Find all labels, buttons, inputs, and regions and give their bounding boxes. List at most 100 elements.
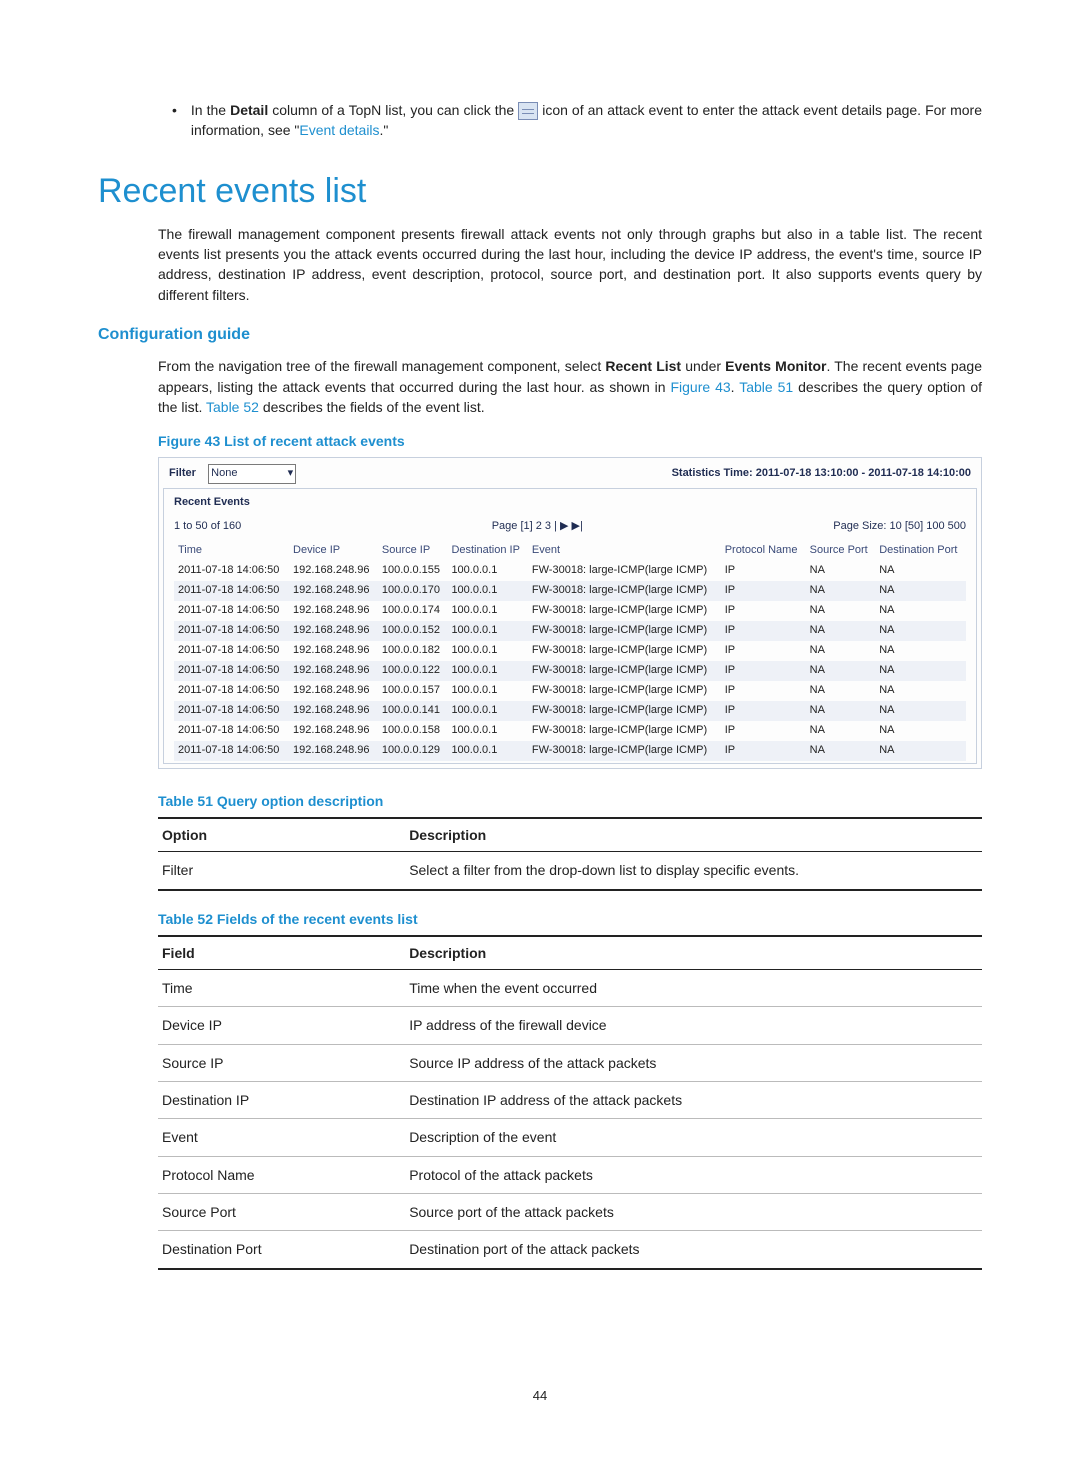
table-52-link[interactable]: Table 52 <box>206 399 259 415</box>
bullet-text: In the Detail column of a TopN list, you… <box>191 100 982 141</box>
table-cell: NA <box>875 581 966 601</box>
table-cell: FW-30018: large-ICMP(large ICMP) <box>528 601 721 621</box>
table-cell: IP <box>721 641 806 661</box>
text: under <box>681 358 725 374</box>
recent-events-description: The firewall management component presen… <box>158 224 982 305</box>
table-cell: Time when the event occurred <box>405 970 982 1007</box>
table-cell: FW-30018: large-ICMP(large ICMP) <box>528 621 721 641</box>
event-details-link[interactable]: Event details <box>299 122 379 138</box>
pager-pages[interactable]: Page [1] 2 3 | ▶ ▶| <box>241 519 833 535</box>
table-cell: 100.0.0.182 <box>378 641 448 661</box>
table-cell: 192.168.248.96 <box>289 721 378 741</box>
table-cell: Filter <box>158 852 405 890</box>
table-cell: Protocol of the attack packets <box>405 1156 982 1193</box>
filter-select[interactable]: None ▾ <box>208 464 296 484</box>
table-cell: Event <box>158 1119 405 1156</box>
shot-col-header[interactable]: Device IP <box>289 541 378 561</box>
table-cell: NA <box>806 701 876 721</box>
table-cell: 100.0.0.1 <box>447 661 527 681</box>
table-cell: FW-30018: large-ICMP(large ICMP) <box>528 581 721 601</box>
table-cell: NA <box>875 661 966 681</box>
table-cell: 100.0.0.1 <box>447 581 527 601</box>
table-52-h1: Field <box>158 936 405 970</box>
table-cell: 2011-07-18 14:06:50 <box>174 741 289 761</box>
table-cell: 192.168.248.96 <box>289 641 378 661</box>
table-cell: NA <box>806 721 876 741</box>
table-cell: 100.0.0.1 <box>447 641 527 661</box>
table-cell: 2011-07-18 14:06:50 <box>174 721 289 741</box>
recent-events-heading: Recent events list <box>98 167 982 216</box>
table-51-caption: Table 51 Query option description <box>158 791 982 811</box>
table-cell: 100.0.0.155 <box>378 561 448 581</box>
table-cell: 100.0.0.152 <box>378 621 448 641</box>
pager-size[interactable]: Page Size: 10 [50] 100 500 <box>833 519 966 535</box>
event-details-icon[interactable] <box>518 102 538 120</box>
table-cell: NA <box>806 621 876 641</box>
text: describes the fields of the event list. <box>259 399 485 415</box>
table-cell: NA <box>806 601 876 621</box>
table-row: 2011-07-18 14:06:50192.168.248.96100.0.0… <box>174 741 966 761</box>
table-cell: 2011-07-18 14:06:50 <box>174 681 289 701</box>
table-cell: NA <box>806 741 876 761</box>
text: From the navigation tree of the firewall… <box>158 358 605 374</box>
table-cell: 192.168.248.96 <box>289 621 378 641</box>
table-cell: Destination port of the attack packets <box>405 1231 982 1269</box>
table-row: Destination PortDestination port of the … <box>158 1231 982 1269</box>
table-cell: NA <box>875 701 966 721</box>
table-row: EventDescription of the event <box>158 1119 982 1156</box>
pager-range: 1 to 50 of 160 <box>174 519 241 535</box>
table-cell: IP <box>721 561 806 581</box>
table-cell: Source IP address of the attack packets <box>405 1044 982 1081</box>
table-row: 2011-07-18 14:06:50192.168.248.96100.0.0… <box>174 601 966 621</box>
table-cell: 100.0.0.1 <box>447 561 527 581</box>
shot-col-header[interactable]: Destination Port <box>875 541 966 561</box>
table-cell: Select a filter from the drop-down list … <box>405 852 982 890</box>
chevron-down-icon: ▾ <box>288 466 294 482</box>
text: ." <box>380 122 389 138</box>
table-cell: FW-30018: large-ICMP(large ICMP) <box>528 701 721 721</box>
table-cell: IP <box>721 581 806 601</box>
table-cell: FW-30018: large-ICMP(large ICMP) <box>528 661 721 681</box>
table-cell: NA <box>875 681 966 701</box>
table-cell: 192.168.248.96 <box>289 661 378 681</box>
detail-word: Detail <box>230 102 268 118</box>
table-row: 2011-07-18 14:06:50192.168.248.96100.0.0… <box>174 661 966 681</box>
table-52-h2: Description <box>405 936 982 970</box>
table-cell: 2011-07-18 14:06:50 <box>174 581 289 601</box>
figure-43-caption: Figure 43 List of recent attack events <box>158 431 982 451</box>
table-cell: IP <box>721 741 806 761</box>
table-51: Option Description FilterSelect a filter… <box>158 817 982 891</box>
table-cell: NA <box>875 561 966 581</box>
table-cell: 192.168.248.96 <box>289 701 378 721</box>
shot-col-header[interactable]: Time <box>174 541 289 561</box>
table-cell: 100.0.0.170 <box>378 581 448 601</box>
table-cell: 100.0.0.174 <box>378 601 448 621</box>
table-cell: FW-30018: large-ICMP(large ICMP) <box>528 561 721 581</box>
table-cell: Destination Port <box>158 1231 405 1269</box>
table-cell: FW-30018: large-ICMP(large ICMP) <box>528 721 721 741</box>
table-cell: 2011-07-18 14:06:50 <box>174 601 289 621</box>
table-cell: Protocol Name <box>158 1156 405 1193</box>
events-monitor-bold: Events Monitor <box>725 358 826 374</box>
table-cell: 100.0.0.1 <box>447 721 527 741</box>
table-cell: 192.168.248.96 <box>289 741 378 761</box>
shot-col-header[interactable]: Destination IP <box>447 541 527 561</box>
table-cell: Source Port <box>158 1193 405 1230</box>
table-cell: 2011-07-18 14:06:50 <box>174 621 289 641</box>
recent-events-subheader: Recent Events <box>174 495 966 511</box>
table-cell: NA <box>806 661 876 681</box>
table-cell: NA <box>806 641 876 661</box>
table-row: Source PortSource port of the attack pac… <box>158 1193 982 1230</box>
table-cell: 2011-07-18 14:06:50 <box>174 701 289 721</box>
table-cell: 2011-07-18 14:06:50 <box>174 641 289 661</box>
shot-col-header[interactable]: Event <box>528 541 721 561</box>
shot-col-header[interactable]: Protocol Name <box>721 541 806 561</box>
figure-43-link[interactable]: Figure 43 <box>670 379 730 395</box>
shot-col-header[interactable]: Source Port <box>806 541 876 561</box>
table-51-link[interactable]: Table 51 <box>739 379 793 395</box>
configuration-guide-heading: Configuration guide <box>98 323 982 346</box>
shot-col-header[interactable]: Source IP <box>378 541 448 561</box>
table-row: 2011-07-18 14:06:50192.168.248.96100.0.0… <box>174 681 966 701</box>
table-cell: 192.168.248.96 <box>289 681 378 701</box>
table-cell: NA <box>875 741 966 761</box>
